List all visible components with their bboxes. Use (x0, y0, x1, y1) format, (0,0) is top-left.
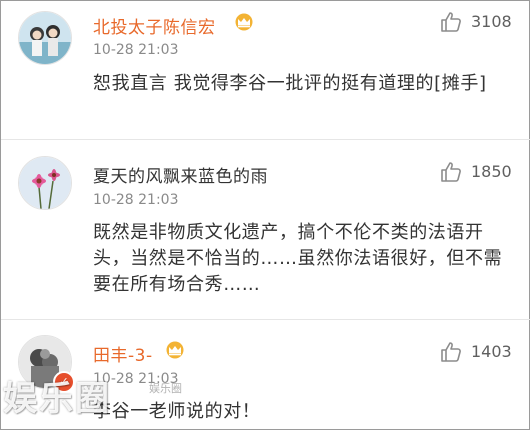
like-button[interactable]: 3108 (439, 10, 519, 34)
username[interactable]: 北投太子陈信宏 (93, 13, 216, 38)
vip-crown-icon (233, 13, 255, 31)
username[interactable]: 田丰-3- (93, 341, 153, 366)
divider (1, 319, 530, 320)
comment-text: 既然是非物质文化遗产，搞个不伦不类的法语开头，当然是不恰当的……虽然你法语很好，… (93, 222, 503, 295)
username[interactable]: 夏天的风飘来蓝色的雨 (93, 162, 268, 187)
comment-text: 李谷一老师说的对！ (93, 401, 261, 422)
vip-crown-icon (164, 341, 186, 359)
watermark-logo: 娱乐圈 (3, 379, 111, 419)
timestamp: 10-28 21:03 (93, 192, 179, 208)
like-count: 1403 (471, 342, 512, 361)
watermark-text: 娱乐圈 (149, 382, 182, 395)
user-avatar[interactable] (18, 156, 72, 210)
timestamp: 10-28 21:03 (93, 42, 179, 58)
thumbs-up-icon (441, 342, 461, 362)
comment-text: 恕我直言 我觉得李谷一批评的挺有道理的[摊手] (93, 73, 487, 94)
thumbs-up-icon (441, 162, 461, 182)
like-count: 3108 (471, 12, 512, 31)
user-avatar[interactable] (18, 11, 72, 65)
like-button[interactable]: 1403 (439, 340, 519, 364)
like-button[interactable]: 1850 (439, 160, 519, 184)
thumbs-up-icon (441, 12, 461, 32)
divider (1, 139, 530, 140)
comment-list: 北投太子陈信宏 10-28 21:03 恕我直言 我觉得李谷一批评的挺有道理的[… (0, 0, 530, 430)
like-count: 1850 (471, 162, 512, 181)
